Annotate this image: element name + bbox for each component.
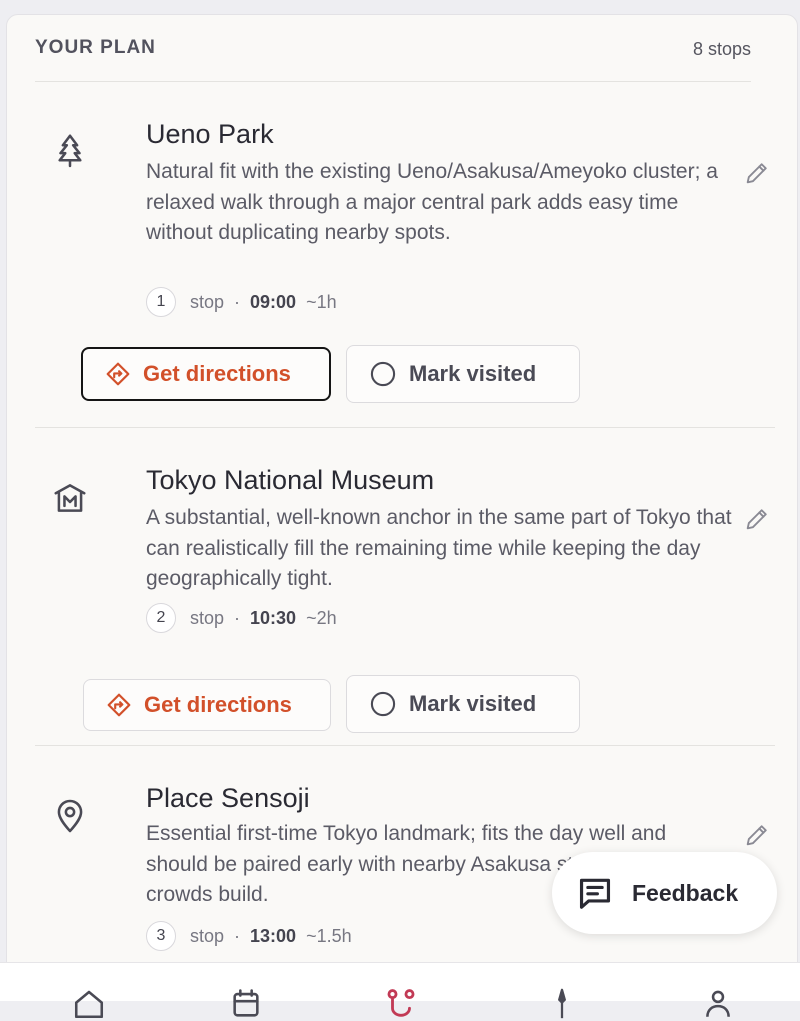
bottom-nav bbox=[0, 962, 800, 1019]
meta-separator: · bbox=[234, 607, 241, 628]
stop-card-2: Tokyo National Museum A substantial, wel… bbox=[35, 427, 775, 746]
plan-header: YOUR PLAN 8 stops bbox=[35, 37, 751, 82]
stop-number-badge: 2 bbox=[146, 603, 176, 633]
feedback-label: Feedback bbox=[632, 879, 739, 906]
stop-name: Place Sensoji bbox=[146, 783, 310, 813]
stop-time: 13:00 bbox=[250, 925, 297, 946]
plan-title: YOUR PLAN bbox=[35, 37, 156, 58]
get-directions-label: Get directions bbox=[144, 692, 292, 717]
stop-label: stop bbox=[190, 291, 225, 312]
stop-time: 09:00 bbox=[250, 291, 297, 312]
home-icon[interactable] bbox=[72, 987, 106, 1021]
feedback-button[interactable]: Feedback bbox=[552, 852, 777, 934]
stop-label: stop bbox=[190, 925, 225, 946]
directions-icon bbox=[106, 362, 130, 386]
map-pin-icon bbox=[51, 797, 89, 835]
stop-duration: ~2h bbox=[306, 607, 337, 628]
meta-separator: · bbox=[234, 925, 241, 946]
pencil-icon[interactable] bbox=[743, 159, 771, 187]
tree-icon bbox=[51, 131, 89, 169]
circle-outline-icon bbox=[370, 361, 396, 387]
museum-icon bbox=[51, 479, 89, 517]
pencil-icon[interactable] bbox=[743, 505, 771, 533]
plan-panel: YOUR PLAN 8 stops Ueno Park Natural fit … bbox=[6, 14, 798, 976]
stop-count: 8 stops bbox=[692, 39, 751, 59]
stop-meta: 1 stop · 09:00 ~1h bbox=[146, 287, 337, 317]
message-icon bbox=[579, 878, 611, 909]
calendar-icon[interactable] bbox=[229, 987, 263, 1021]
stop-meta: 3 stop · 13:00 ~1.5h bbox=[146, 921, 352, 951]
stop-name: Ueno Park bbox=[146, 119, 274, 149]
profile-icon[interactable] bbox=[701, 987, 735, 1021]
mark-visited-label: Mark visited bbox=[409, 361, 537, 386]
mark-visited-label: Mark visited bbox=[409, 691, 537, 716]
mark-visited-button[interactable]: Mark visited bbox=[346, 675, 580, 733]
stop-number-badge: 3 bbox=[146, 921, 176, 951]
stop-time: 10:30 bbox=[250, 607, 297, 628]
get-directions-button[interactable]: Get directions bbox=[81, 347, 331, 401]
route-icon[interactable] bbox=[384, 987, 418, 1021]
stop-description: Natural fit with the existing Ueno/Asaku… bbox=[146, 160, 718, 244]
stop-label: stop bbox=[190, 607, 225, 628]
stop-description: A substantial, well-known anchor in the … bbox=[146, 506, 732, 590]
mark-visited-button[interactable]: Mark visited bbox=[346, 345, 580, 403]
stop-card-1: Ueno Park Natural fit with the existing … bbox=[35, 101, 775, 428]
get-directions-button[interactable]: Get directions bbox=[83, 679, 331, 731]
get-directions-label: Get directions bbox=[143, 361, 291, 386]
stop-number-badge: 1 bbox=[146, 287, 176, 317]
circle-outline-icon bbox=[370, 691, 396, 717]
meta-separator: · bbox=[234, 291, 241, 312]
explore-icon[interactable] bbox=[545, 987, 579, 1021]
stop-duration: ~1.5h bbox=[306, 925, 352, 946]
directions-icon bbox=[107, 693, 131, 717]
stop-name: Tokyo National Museum bbox=[146, 465, 435, 495]
stop-duration: ~1h bbox=[306, 291, 337, 312]
pencil-icon[interactable] bbox=[743, 821, 771, 849]
stop-meta: 2 stop · 10:30 ~2h bbox=[146, 603, 337, 633]
